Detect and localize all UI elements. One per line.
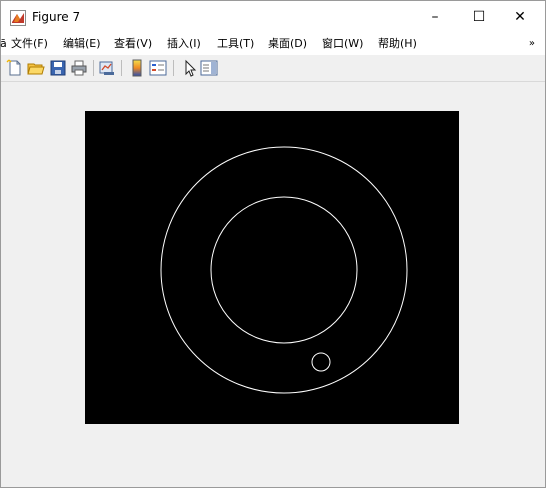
show-plot-tools-icon[interactable] [200,59,218,77]
menu-edit[interactable]: 编辑(E) [63,37,101,51]
edit-plot-pointer-icon[interactable] [181,59,199,77]
open-file-icon[interactable] [27,59,45,77]
title-bar[interactable]: Figure 7 – ☐ ✕ [1,1,545,33]
toolbar-separator [173,60,174,76]
menu-tools[interactable]: 工具(T) [217,37,254,51]
menu-window[interactable]: 窗口(W) [322,37,363,51]
menu-desktop[interactable]: 桌面(D) [268,37,307,51]
menu-view[interactable]: 查看(V) [114,37,152,51]
link-plot-icon[interactable] [98,59,116,77]
menu-bar-edge-glyph: ā [0,37,7,50]
minimize-icon: – [431,9,439,25]
maximize-button[interactable]: ☐ [457,1,501,33]
toolbar-separator [93,60,94,76]
figure-window: Figure 7 – ☐ ✕ ā 文件(F) 编辑(E) 查看(V) 插入(I)… [0,0,546,488]
close-button[interactable]: ✕ [498,1,542,33]
figure-toolbar [1,57,545,82]
menu-insert[interactable]: 插入(I) [167,37,201,51]
window-title: Figure 7 [32,10,81,24]
chevron-double-right-icon[interactable]: » [529,37,535,51]
insert-legend-icon[interactable] [149,59,167,77]
matlab-app-icon [10,10,26,26]
new-figure-icon[interactable] [6,59,24,77]
minimize-button[interactable]: – [413,1,457,33]
insert-colorbar-icon[interactable] [128,59,146,77]
maximize-icon: ☐ [472,9,486,25]
figure-image-area[interactable] [85,111,459,424]
save-icon[interactable] [49,59,67,77]
print-icon[interactable] [70,59,88,77]
menu-bar: ā 文件(F) 编辑(E) 查看(V) 插入(I) 工具(T) 桌面(D) 窗口… [0,33,545,55]
menu-file[interactable]: 文件(F) [11,37,48,51]
toolbar-separator [121,60,122,76]
close-icon: ✕ [514,9,526,25]
image-background [85,111,459,424]
menu-help[interactable]: 帮助(H) [378,37,417,51]
